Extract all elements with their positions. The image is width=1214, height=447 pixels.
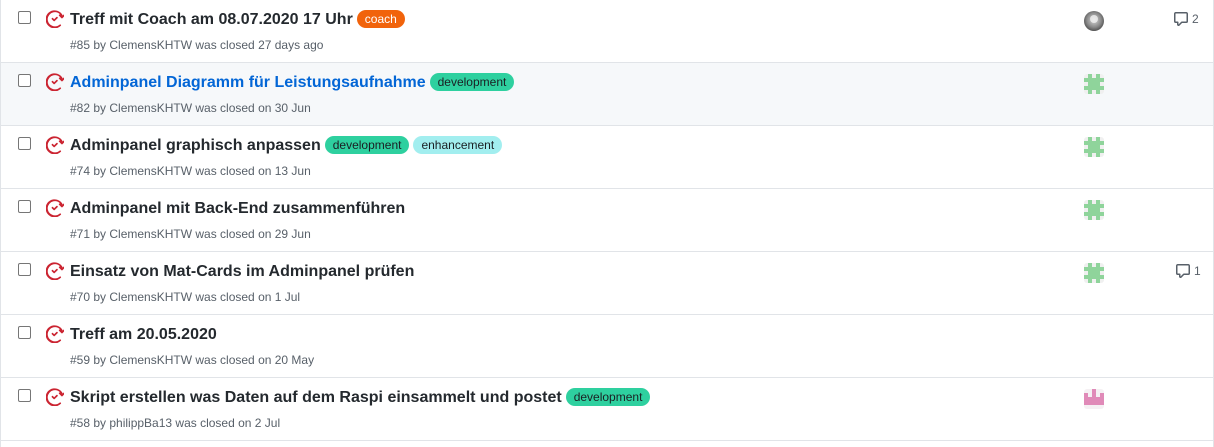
closed-issue-icon bbox=[46, 388, 64, 406]
select-checkbox[interactable] bbox=[18, 74, 31, 87]
select-checkbox[interactable] bbox=[18, 263, 31, 276]
issue-title[interactable]: Treff mit Coach am 08.07.2020 17 Uhr bbox=[70, 9, 353, 31]
comment-count[interactable]: 1 bbox=[1175, 263, 1201, 279]
green-identicon-icon bbox=[1084, 200, 1104, 220]
issue-list: Treff mit Coach am 08.07.2020 17 Uhr coa… bbox=[0, 0, 1214, 447]
comment-count[interactable]: 2 bbox=[1173, 11, 1199, 27]
assignee-avatar[interactable] bbox=[1084, 11, 1104, 31]
assignee-avatar[interactable] bbox=[1084, 137, 1104, 157]
assignee-avatar[interactable] bbox=[1084, 389, 1104, 409]
select-checkbox[interactable] bbox=[18, 137, 31, 150]
issue-title[interactable]: Adminpanel Diagramm für Leistungsaufnahm… bbox=[70, 72, 426, 94]
issue-title[interactable]: Adminpanel graphisch anpassen bbox=[70, 135, 321, 157]
label-development[interactable]: development bbox=[324, 136, 410, 154]
label-enhancement[interactable]: enhancement bbox=[413, 136, 503, 154]
issue-title[interactable]: Einsatz von Mat-Cards im Adminpanel prüf… bbox=[70, 261, 414, 283]
closed-issue-icon bbox=[46, 262, 64, 280]
issue-meta: #85 by ClemensKHTW was closed 27 days ag… bbox=[70, 38, 324, 52]
issue-meta: #82 by ClemensKHTW was closed on 30 Jun bbox=[70, 101, 311, 115]
closed-issue-icon bbox=[46, 199, 64, 217]
assignee-avatar[interactable] bbox=[1084, 74, 1104, 94]
assignee-avatar[interactable] bbox=[1084, 200, 1104, 220]
pink-identicon-icon bbox=[1084, 389, 1104, 409]
issue-title[interactable]: Treff am 20.05.2020 bbox=[70, 324, 217, 346]
label-development[interactable]: development bbox=[565, 388, 651, 406]
select-checkbox[interactable] bbox=[18, 11, 31, 24]
closed-issue-icon bbox=[46, 73, 64, 91]
issue-row[interactable]: Skript erstellen was Daten auf dem Raspi… bbox=[1, 378, 1213, 441]
issue-row[interactable]: Adminpanel mit Back-End zusammenführen #… bbox=[1, 189, 1213, 252]
issue-row[interactable]: Treff am 20.05.2020 #59 by ClemensKHTW w… bbox=[1, 315, 1213, 378]
issue-meta: #59 by ClemensKHTW was closed on 20 May bbox=[70, 353, 315, 367]
green-identicon-icon bbox=[1084, 137, 1104, 157]
comment-count-value: 1 bbox=[1194, 264, 1201, 278]
issue-title[interactable]: Skript erstellen was Daten auf dem Raspi… bbox=[70, 387, 562, 409]
issue-meta: #74 by ClemensKHTW was closed on 13 Jun bbox=[70, 164, 311, 178]
comment-count-value: 2 bbox=[1192, 12, 1199, 26]
comment-icon bbox=[1176, 264, 1190, 278]
assignee-avatar[interactable] bbox=[1084, 263, 1104, 283]
closed-issue-icon bbox=[46, 10, 64, 28]
select-checkbox[interactable] bbox=[18, 389, 31, 402]
issue-row[interactable]: Einsatz von Mat-Cards im Adminpanel prüf… bbox=[1, 252, 1213, 315]
closed-issue-icon bbox=[46, 136, 64, 154]
issue-row[interactable]: Adminpanel Diagramm für Leistungsaufnahm… bbox=[1, 63, 1213, 126]
green-identicon-icon bbox=[1084, 263, 1104, 283]
issue-meta: #58 by philippBa13 was closed on 2 Jul bbox=[70, 416, 281, 430]
label-development[interactable]: development bbox=[429, 73, 515, 91]
select-checkbox[interactable] bbox=[18, 326, 31, 339]
issue-meta: #70 by ClemensKHTW was closed on 1 Jul bbox=[70, 290, 301, 304]
green-identicon-icon bbox=[1084, 74, 1104, 94]
select-checkbox[interactable] bbox=[18, 200, 31, 213]
photo-avatar-icon bbox=[1084, 11, 1104, 31]
issue-title[interactable]: Adminpanel mit Back-End zusammenführen bbox=[70, 198, 405, 220]
issue-meta: #71 by ClemensKHTW was closed on 29 Jun bbox=[70, 227, 311, 241]
comment-icon bbox=[1174, 12, 1188, 26]
closed-issue-icon bbox=[46, 325, 64, 343]
issue-row[interactable]: Treff mit Coach am 08.07.2020 17 Uhr coa… bbox=[1, 0, 1213, 63]
label-coach[interactable]: coach bbox=[356, 10, 405, 28]
issue-row[interactable]: Adminpanel graphisch anpassen developmen… bbox=[1, 126, 1213, 189]
